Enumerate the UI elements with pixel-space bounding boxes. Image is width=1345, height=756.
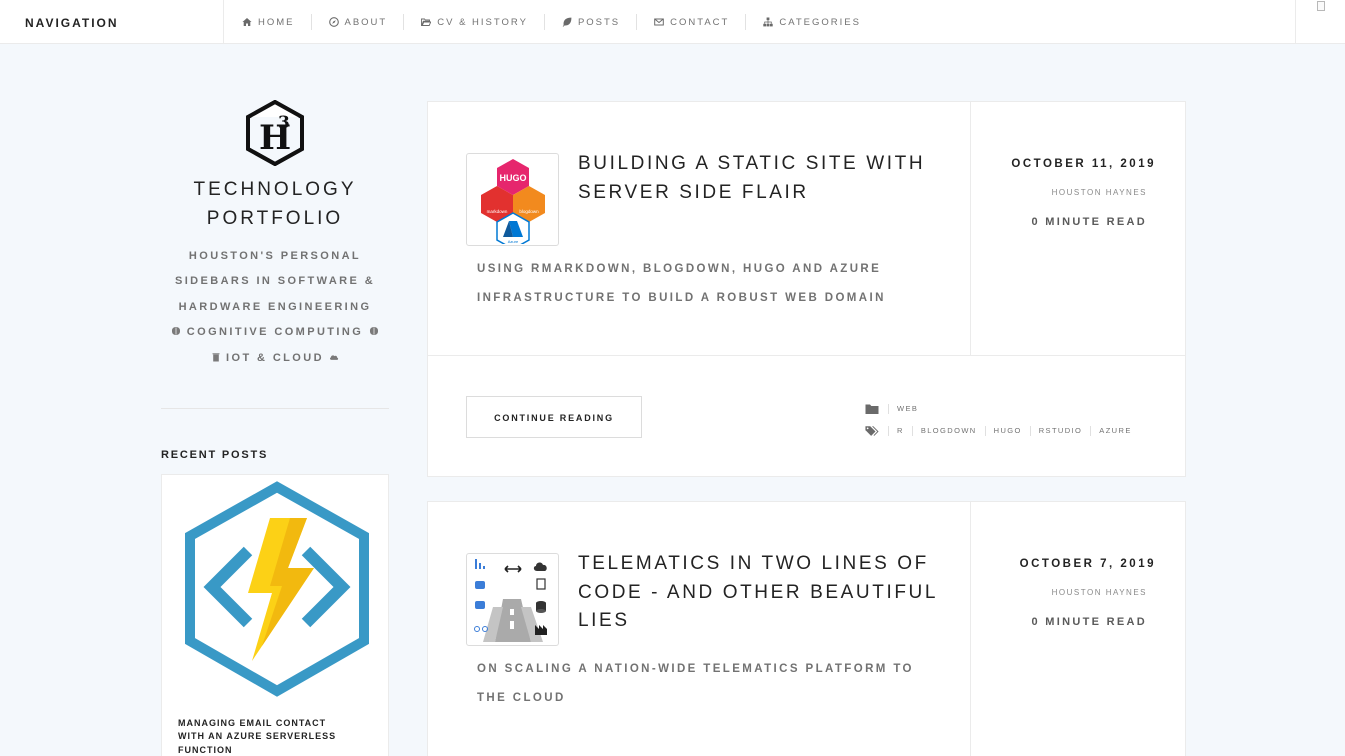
nav-item-label: HOME (258, 16, 295, 28)
recent-post-title[interactable]: MANAGING EMAIL CONTACT WITH AN AZURE SER… (178, 717, 348, 756)
cloud-icon (330, 355, 339, 360)
post-main: TELEMATICS IN TWO LINES OF CODE - AND OT… (428, 502, 971, 756)
tag-link-blogdown[interactable]: BLOGDOWN (911, 426, 985, 436)
azure-functions-icon (185, 481, 369, 697)
markdown-badge-text: markdown (487, 209, 508, 214)
site-title[interactable]: TECHNOLOGY PORTFOLIO (161, 175, 389, 233)
post-tags: R BLOGDOWN HUGO RSTUDIO AZURE (865, 420, 1140, 442)
post-summary: USING RMARKDOWN, BLOGDOWN, HUGO AND AZUR… (477, 263, 886, 304)
compass-icon (328, 17, 339, 27)
nav-item-label: ABOUT (344, 16, 388, 28)
post-footer: CONTINUE READING WEB R BLOGDOWN HUGO RST… (428, 355, 1185, 477)
nav-item-cv-history[interactable]: CV & HISTORY (403, 14, 544, 30)
site-tagline: HOUSTON'S PERSONAL SIDEBARS IN SOFTWARE … (161, 244, 389, 371)
tagline-iot: IOT & CLOUD (161, 346, 389, 371)
recent-post-card[interactable]: MANAGING EMAIL CONTACT WITH AN AZURE SER… (161, 474, 389, 756)
tag-link-rstudio[interactable]: RSTUDIO (1029, 426, 1091, 436)
nav-item-home[interactable]: HOME (225, 14, 311, 30)
post-read-time: 0 MINUTE READ (1031, 616, 1147, 628)
nav-item-label: POSTS (577, 16, 621, 28)
post-meta: OCTOBER 11, 2019 HOUSTON HAYNES 0 MINUTE… (971, 102, 1187, 355)
post-date: OCTOBER 11, 2019 (1011, 158, 1156, 170)
post-date: OCTOBER 7, 2019 (1019, 558, 1156, 570)
envelope-icon (654, 18, 664, 26)
post-author[interactable]: HOUSTON HAYNES (1052, 588, 1147, 597)
brain-icon (172, 327, 181, 336)
nav-right-panel (1295, 0, 1345, 44)
home-icon (242, 18, 252, 26)
trash-icon (212, 352, 220, 362)
nav-item-categories[interactable]: CATEGORIES (745, 14, 877, 30)
post-categories: WEB (865, 398, 1140, 420)
top-navbar: NAVIGATION HOME ABOUT CV & HISTORY POSTS… (0, 0, 1345, 44)
post-read-time: 0 MINUTE READ (1031, 216, 1147, 228)
blogdown-badge-text: blogdown (519, 209, 539, 214)
post-main: HUGO markdown blogdown Azure BUILDING A … (428, 102, 971, 355)
post-thumbnail[interactable]: HUGO markdown blogdown Azure (466, 153, 559, 246)
nav-item-label: CATEGORIES (779, 16, 861, 28)
nav-item-contact[interactable]: CONTACT (636, 14, 745, 30)
h3-logo[interactable]: H 3 (245, 100, 305, 166)
tagline-text: IOT & CLOUD (226, 351, 324, 364)
broken-image-icon[interactable] (1317, 1, 1325, 11)
tagline-text: COGNITIVE COMPUTING (186, 326, 364, 339)
tagline-line: HOUSTON'S PERSONAL (188, 250, 362, 262)
nav-item-label: CV & HISTORY (437, 16, 528, 28)
brain-icon (369, 327, 378, 336)
post-thumbnail[interactable] (466, 553, 559, 646)
tags-icon (865, 426, 879, 436)
post-meta: OCTOBER 7, 2019 HOUSTON HAYNES 0 MINUTE … (971, 502, 1187, 755)
tagline-line: SIDEBARS IN SOFTWARE & (174, 275, 376, 288)
hugo-blogdown-azure-logo: HUGO markdown blogdown Azure (481, 159, 545, 244)
nav-item-posts[interactable]: POSTS (543, 14, 636, 30)
tagline-line: HARDWARE ENGINEERING (178, 300, 372, 313)
post-summary: ON SCALING A NATION-WIDE TELEMATICS PLAT… (477, 663, 914, 704)
hugo-badge-text: HUGO (500, 173, 527, 183)
site-title-line: PORTFOLIO (206, 208, 344, 229)
category-link-web[interactable]: WEB (888, 404, 926, 414)
nav-item-label: CONTACT (670, 16, 730, 28)
folder-open-icon (421, 18, 432, 26)
tag-link-azure[interactable]: AZURE (1090, 426, 1139, 436)
svg-text:3: 3 (278, 113, 290, 133)
sidebar-divider (161, 408, 389, 410)
post-card: HUGO markdown blogdown Azure BUILDING A … (427, 101, 1186, 477)
azure-badge-text: Azure (508, 239, 519, 244)
site-title-line: TECHNOLOGY (193, 179, 357, 200)
navbar-brand[interactable]: NAVIGATION (0, 0, 224, 44)
tagline-cognitive: COGNITIVE COMPUTING (161, 320, 389, 345)
tag-link-hugo[interactable]: HUGO (984, 426, 1030, 436)
sitemap-icon (763, 17, 774, 27)
post-title[interactable]: BUILDING A STATIC SITE WITH SERVER SIDE … (578, 150, 948, 207)
recent-posts-heading: RECENT POSTS (161, 449, 269, 462)
tag-link-r[interactable]: R (888, 426, 912, 436)
nav-menu: HOME ABOUT CV & HISTORY POSTS CONTACT CA… (225, 0, 877, 44)
post-title[interactable]: TELEMATICS IN TWO LINES OF CODE - AND OT… (578, 550, 948, 636)
continue-reading-button[interactable]: CONTINUE READING (466, 396, 642, 438)
post-card: TELEMATICS IN TWO LINES OF CODE - AND OT… (427, 501, 1186, 756)
telematics-road-logo (474, 559, 547, 642)
nav-item-about[interactable]: ABOUT (310, 14, 404, 30)
post-author[interactable]: HOUSTON HAYNES (1052, 188, 1147, 197)
leaf-icon (562, 17, 572, 27)
sidebar: H 3 TECHNOLOGY PORTFOLIO HOUSTON'S PERSO… (161, 100, 389, 756)
folder-icon (865, 404, 879, 414)
post-taxonomy: WEB R BLOGDOWN HUGO RSTUDIO AZURE (865, 398, 1140, 442)
